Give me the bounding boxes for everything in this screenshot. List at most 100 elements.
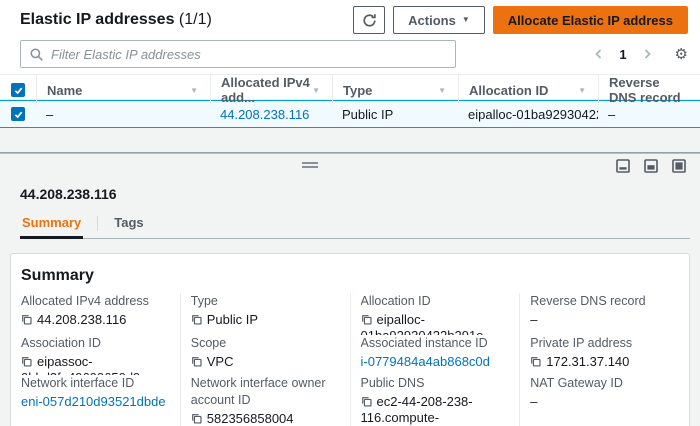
field-label: Allocation ID (361, 293, 512, 310)
copy-icon[interactable] (191, 412, 202, 425)
cell-allocation-id: eipalloc-01ba92930422b291e (458, 107, 598, 122)
summary-field: Allocation ID eipalloc-01ba92930422b291e (361, 293, 512, 335)
field-value: Public IP (207, 312, 258, 327)
copy-icon[interactable] (530, 355, 541, 370)
summary-card: Summary Allocated IPv4 address 44.208.23… (10, 253, 690, 426)
tab-summary[interactable]: Summary (20, 215, 83, 239)
field-label: Allocated IPv4 address (21, 293, 172, 310)
field-value: 172.31.37.140 (546, 354, 629, 369)
field-label: Scope (191, 335, 342, 352)
panel-controls (0, 159, 700, 177)
summary-field: Associated instance ID i-0779484a4ab868c… (361, 335, 512, 375)
preferences-gear-button[interactable]: ⚙ (675, 47, 688, 62)
network-interface-id-link[interactable]: eni-057d210d93521dbde (21, 394, 166, 409)
row-select-cell (0, 101, 36, 127)
summary-field: Private IP address 172.31.37.140 (530, 335, 681, 375)
field-label: Private IP address (530, 335, 681, 352)
summary-column: Type Public IP Scope VPC Network interfa… (180, 293, 350, 426)
summary-field: Association ID eipassoc-0bbd3fe49600650d… (21, 335, 172, 375)
tab-separator (97, 216, 98, 231)
copy-icon[interactable] (361, 313, 372, 328)
field-label: Type (191, 293, 342, 310)
select-all-checkbox[interactable] (11, 83, 25, 97)
copy-icon[interactable] (21, 355, 32, 370)
page-number[interactable]: 1 (617, 47, 628, 62)
table-section: Elastic IP addresses (1/1) Actions ▼ (0, 0, 700, 152)
cell-allocated-ipv4-link[interactable]: 44.208.238.116 (220, 107, 309, 122)
header-actions: Actions ▼ Allocate Elastic IP address (353, 6, 688, 34)
elastic-ip-table: Name ▼ Allocated IPv4 add... ▼ Type ▼ Al… (0, 74, 700, 128)
field-value: 44.208.238.116 (37, 312, 126, 327)
sort-icon: ▼ (190, 86, 198, 95)
field-value: eipassoc-0bbd3fe49600650d9 (21, 354, 140, 375)
toolbar-row: 1 ⚙ (0, 40, 700, 68)
column-label: Allocated IPv4 add... (221, 75, 312, 105)
field-label: Public DNS (361, 375, 512, 392)
sort-icon: ▼ (312, 86, 320, 95)
split-panel-drag-handle[interactable] (302, 162, 318, 170)
refresh-icon (362, 13, 377, 28)
tab-label: Summary (22, 215, 81, 230)
summary-column: Allocation ID eipalloc-01ba92930422b291e… (350, 293, 520, 426)
chevron-left-icon (593, 48, 605, 60)
column-label: Type (343, 83, 372, 98)
page-title: Elastic IP addresses (1/1) (20, 11, 212, 29)
filter-input[interactable] (20, 40, 456, 68)
summary-field: Allocated IPv4 address 44.208.238.116 (21, 293, 172, 335)
field-label: Associated instance ID (361, 335, 512, 352)
panel-bottom-small-icon (616, 159, 630, 173)
sort-icon: ▼ (438, 86, 446, 95)
panel-full-icon (672, 159, 686, 173)
column-header-allocation-id[interactable]: Allocation ID ▼ (458, 75, 598, 105)
field-label: Association ID (21, 335, 172, 352)
column-header-allocated-ipv4[interactable]: Allocated IPv4 add... ▼ (210, 75, 332, 105)
column-label: Allocation ID (469, 83, 548, 98)
copy-icon[interactable] (21, 313, 32, 328)
panel-size-controls (616, 159, 686, 173)
row-checkbox[interactable] (11, 107, 25, 121)
summary-column: Allocated IPv4 address 44.208.238.116 As… (11, 293, 180, 426)
refresh-button[interactable] (353, 6, 385, 34)
details-panel: 44.208.238.116 Summary Tags Summary Allo… (0, 154, 700, 426)
summary-field: NAT Gateway ID – (530, 375, 681, 425)
filter-box (20, 40, 456, 68)
pagination: 1 ⚙ (591, 46, 688, 62)
field-value: eipalloc-01ba92930422b291e (361, 312, 484, 335)
summary-heading: Summary (11, 254, 689, 293)
column-header-name[interactable]: Name ▼ (36, 75, 210, 105)
tab-tags[interactable]: Tags (112, 215, 145, 238)
chevron-right-icon (641, 48, 653, 60)
elastic-ip-console: Elastic IP addresses (1/1) Actions ▼ (0, 0, 700, 426)
summary-field: Scope VPC (191, 335, 342, 375)
next-page-button[interactable] (639, 46, 655, 62)
allocate-elastic-ip-button[interactable]: Allocate Elastic IP address (493, 6, 688, 34)
field-label: NAT Gateway ID (530, 375, 681, 392)
field-value: 582356858004 (207, 411, 294, 425)
panel-size-half-button[interactable] (644, 159, 658, 173)
actions-button[interactable]: Actions ▼ (393, 6, 485, 34)
summary-field: Reverse DNS record – (530, 293, 681, 335)
copy-icon[interactable] (191, 355, 202, 370)
field-label: Network interface ID (21, 375, 172, 392)
summary-field: Public DNS ec2-44-208-238-116.compute-1.… (361, 375, 512, 425)
tab-label: Tags (114, 215, 143, 230)
panel-size-full-button[interactable] (672, 159, 686, 173)
column-header-type[interactable]: Type ▼ (332, 75, 458, 105)
cell-reverse-dns: – (598, 107, 700, 122)
field-value: – (530, 394, 537, 409)
gear-icon: ⚙ (675, 46, 688, 63)
table-header-row: Name ▼ Allocated IPv4 add... ▼ Type ▼ Al… (0, 74, 700, 100)
selected-ip-title: 44.208.238.116 (20, 186, 680, 202)
previous-page-button[interactable] (591, 46, 607, 62)
column-header-reverse-dns[interactable]: Reverse DNS record (598, 75, 700, 105)
actions-button-label: Actions (408, 13, 456, 28)
copy-icon[interactable] (191, 313, 202, 328)
panel-size-small-button[interactable] (616, 159, 630, 173)
summary-field: Network interface ID eni-057d210d93521db… (21, 375, 172, 425)
summary-field: Network interface owner account ID 58235… (191, 375, 342, 425)
copy-icon[interactable] (361, 395, 372, 410)
caret-down-icon: ▼ (462, 16, 470, 24)
column-label: Reverse DNS record (609, 75, 688, 105)
table-bottom-gap (0, 128, 700, 152)
associated-instance-id-link[interactable]: i-0779484a4ab868c0d (361, 354, 490, 369)
